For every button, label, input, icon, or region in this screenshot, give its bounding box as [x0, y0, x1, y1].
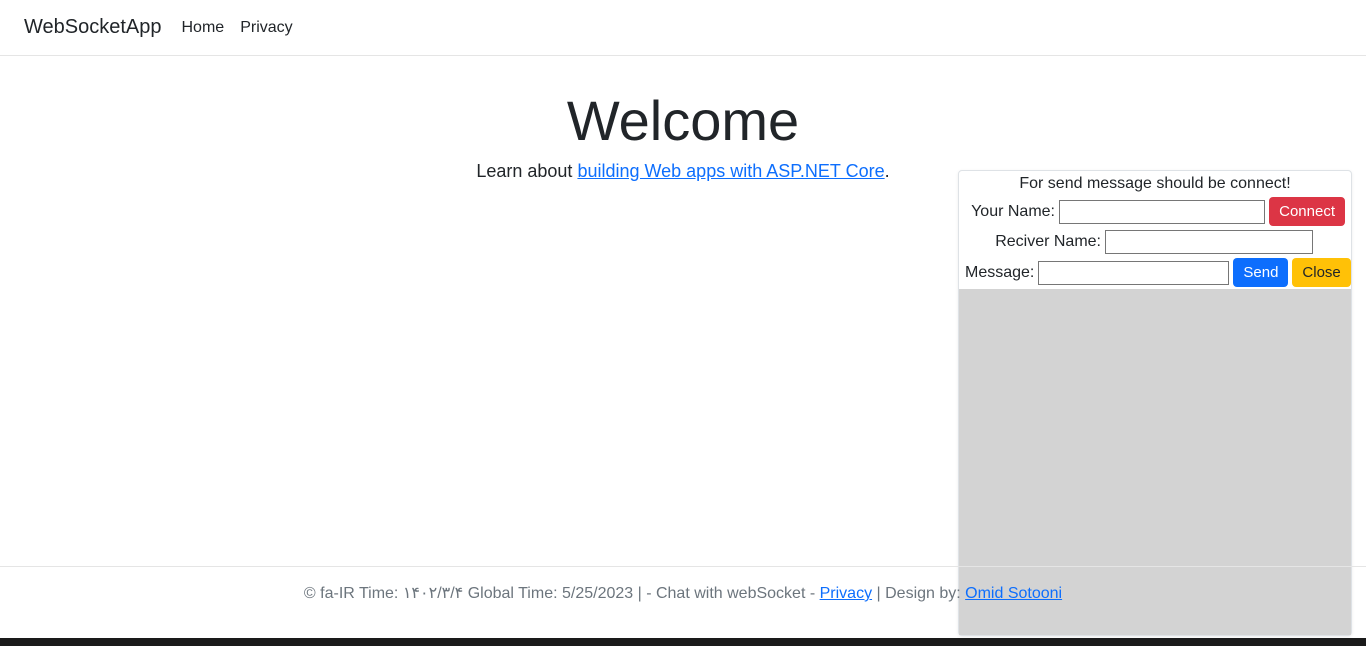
footer-privacy-link[interactable]: Privacy: [820, 585, 872, 602]
message-row: Message: Send Close: [959, 256, 1351, 289]
your-name-input[interactable]: [1059, 200, 1265, 224]
message-label: Message:: [965, 264, 1034, 282]
footer-text: © fa-IR Time: ۱۴۰۲/۳/۴ Global Time: 5/25…: [304, 585, 820, 602]
your-name-label: Your Name:: [965, 203, 1055, 221]
brand[interactable]: WebSocketApp: [12, 8, 174, 47]
chat-status: For send message should be connect!: [959, 171, 1351, 195]
lead-link[interactable]: building Web apps with ASP.NET Core: [577, 161, 884, 181]
nav-home[interactable]: Home: [174, 11, 233, 45]
footer-mid: | Design by:: [872, 585, 965, 602]
bottom-bar: [0, 638, 1366, 646]
your-name-row: Your Name: Connect: [959, 195, 1351, 228]
navbar: WebSocketApp Home Privacy: [0, 0, 1366, 56]
receiver-row: Reciver Name:: [959, 228, 1351, 256]
receiver-input[interactable]: [1105, 230, 1313, 254]
lead-prefix: Learn about: [476, 161, 577, 181]
footer-designer-link[interactable]: Omid Sotooni: [965, 585, 1062, 602]
send-button[interactable]: Send: [1233, 258, 1288, 287]
nav-links: Home Privacy: [174, 11, 301, 45]
lead-suffix: .: [885, 161, 890, 181]
nav-privacy[interactable]: Privacy: [232, 11, 300, 45]
message-input[interactable]: [1038, 261, 1229, 285]
close-button[interactable]: Close: [1292, 258, 1350, 287]
main-content: Welcome Learn about building Web apps wi…: [0, 56, 1366, 182]
connect-button[interactable]: Connect: [1269, 197, 1345, 226]
page-title: Welcome: [0, 88, 1366, 153]
footer: © fa-IR Time: ۱۴۰۲/۳/۴ Global Time: 5/25…: [0, 566, 1366, 619]
receiver-label: Reciver Name:: [965, 233, 1101, 251]
